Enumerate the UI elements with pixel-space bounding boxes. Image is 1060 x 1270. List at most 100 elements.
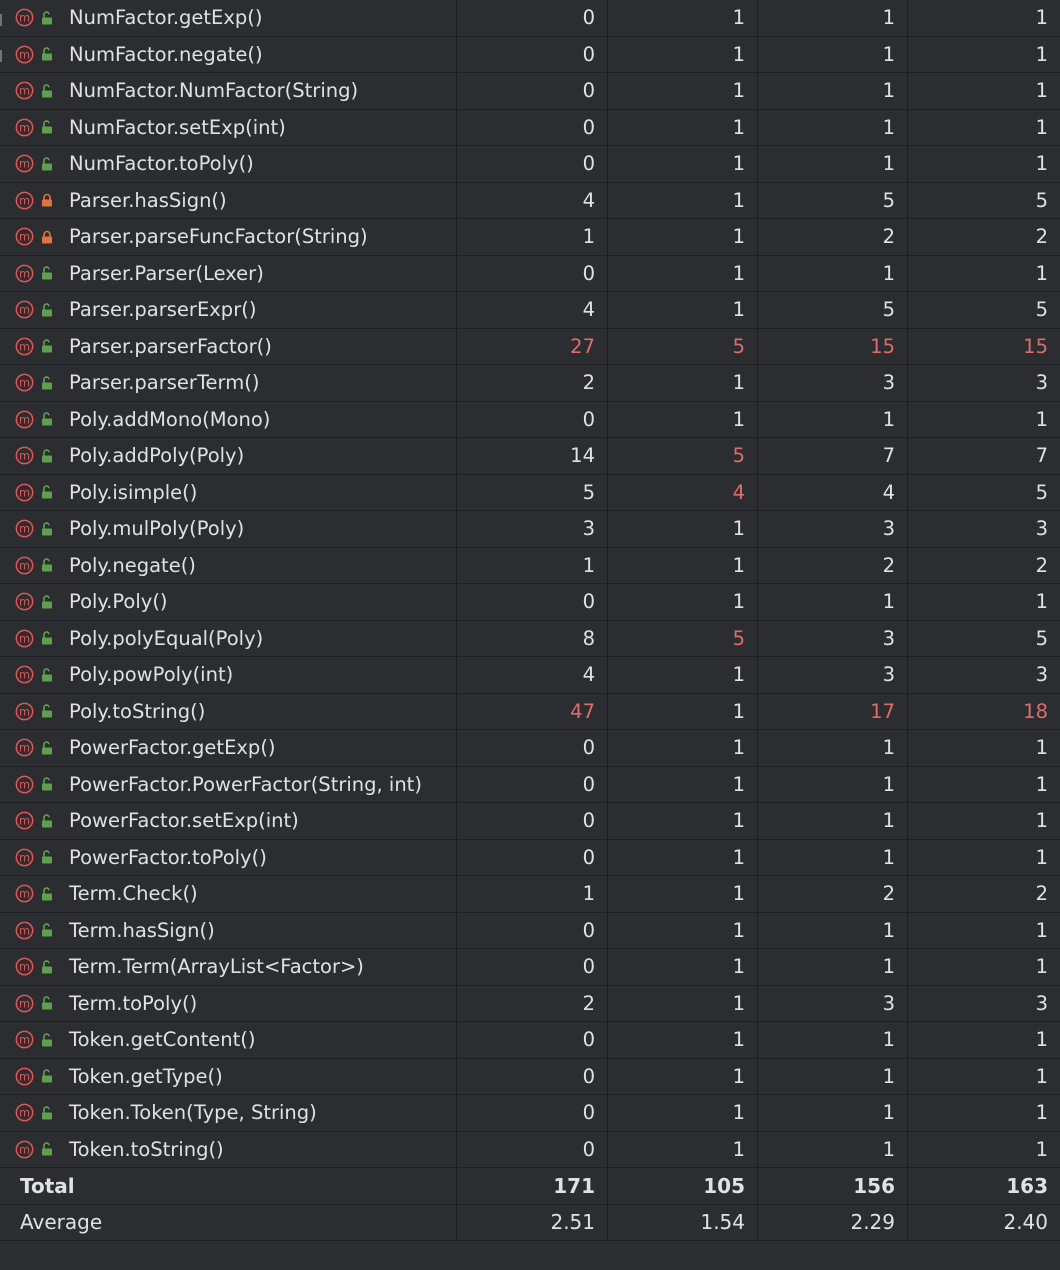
average-row[interactable]: Average 2.51 1.54 2.29 2.40 — [0, 1204, 1060, 1241]
metric-value-2: 1 — [608, 219, 758, 255]
metric-value-1: 8 — [457, 620, 608, 656]
svg-text:m: m — [19, 193, 30, 207]
metric-value-2: 1 — [608, 803, 758, 839]
metric-value-4: 1 — [1035, 1028, 1048, 1052]
metric-value-4: 18 — [1023, 699, 1048, 723]
metric-value-2: 1 — [608, 657, 758, 693]
method-name: Token.Token(Type, String) — [69, 1101, 317, 1125]
table-row[interactable]: m Parser.parserExpr() 4 1 5 5 — [0, 292, 1060, 329]
public-lock-icon — [42, 376, 52, 390]
metric-value-4: 3 — [1035, 991, 1048, 1015]
method-cell: m Poly.negate() — [0, 547, 457, 583]
metric-value-3: 1 — [758, 584, 908, 620]
method-icon: m — [15, 300, 34, 319]
method-name: PowerFactor.toPoly() — [69, 845, 267, 869]
public-lock-icon — [42, 741, 52, 755]
metric-value-3: 1 — [758, 766, 908, 802]
table-row[interactable]: m Poly.toString() 47 1 17 18 — [0, 693, 1060, 730]
public-lock-icon — [42, 485, 52, 499]
method-icon: m — [15, 118, 34, 137]
metric-value-3: 5 — [758, 292, 908, 328]
table-row[interactable]: m NumFactor.NumFactor(String) 0 1 1 1 — [0, 73, 1060, 110]
table-row[interactable]: m PowerFactor.toPoly() 0 1 1 1 — [0, 839, 1060, 876]
table-row[interactable]: m Poly.powPoly(int) 4 1 3 3 — [0, 657, 1060, 694]
table-row[interactable]: m PowerFactor.PowerFactor(String, int) 0 1 1… — [0, 766, 1060, 803]
table-row[interactable]: m Parser.hasSign() 4 1 5 5 — [0, 182, 1060, 219]
method-cell: m NumFactor.setExp(int) — [0, 109, 457, 145]
table-row[interactable]: m Parser.parserFactor() 27 5 15 15 — [0, 328, 1060, 365]
table-row[interactable]: m PowerFactor.getExp() 0 1 1 1 — [0, 730, 1060, 767]
table-row[interactable]: m Token.getContent() 0 1 1 1 — [0, 1022, 1060, 1059]
table-row[interactable]: m NumFactor.toPoly() 0 1 1 1 — [0, 146, 1060, 183]
table-row[interactable]: m Term.hasSign() 0 1 1 1 — [0, 912, 1060, 949]
method-icon: m — [15, 373, 34, 392]
method-icon: m — [15, 848, 34, 867]
method-icon: m — [15, 811, 34, 830]
table-row[interactable]: m Token.toString() 0 1 1 1 — [0, 1131, 1060, 1168]
table-row[interactable]: m NumFactor.getExp() 0 1 1 1 — [0, 0, 1060, 37]
public-lock-icon — [42, 303, 52, 317]
method-cell: m Poly.mulPoly(Poly) — [0, 511, 457, 547]
table-row[interactable]: m Parser.parseFuncFactor(String) 1 1 2 2 — [0, 219, 1060, 256]
table-row[interactable]: m Poly.addMono(Mono) 0 1 1 1 — [0, 401, 1060, 438]
metric-value-4: 1 — [1035, 809, 1048, 833]
table-row[interactable]: m Poly.addPoly(Poly) 14 5 7 7 — [0, 438, 1060, 475]
metric-value-3: 1 — [758, 1022, 908, 1058]
svg-text:m: m — [19, 777, 30, 791]
table-row[interactable]: m Poly.Poly() 0 1 1 1 — [0, 584, 1060, 621]
method-cell: m Token.getType() — [0, 1058, 457, 1094]
table-row[interactable]: m Parser.Parser(Lexer) 0 1 1 1 — [0, 255, 1060, 292]
svg-text:m: m — [19, 522, 30, 536]
table-row[interactable]: m NumFactor.negate() 0 1 1 1 — [0, 36, 1060, 73]
method-cell: m Poly.isimple() — [0, 474, 457, 510]
method-cell: m Parser.parserExpr() — [0, 292, 457, 328]
method-icon: m — [15, 337, 34, 356]
metric-value-4: 5 — [1035, 480, 1048, 504]
method-name: Parser.hasSign() — [69, 188, 227, 212]
method-icon: m — [15, 592, 34, 611]
table-row[interactable]: m Parser.parserTerm() 2 1 3 3 — [0, 365, 1060, 402]
table-row[interactable]: m NumFactor.setExp(int) 0 1 1 1 — [0, 109, 1060, 146]
method-cell: m Term.toPoly() — [0, 985, 457, 1021]
table-row[interactable]: m Poly.isimple() 5 4 4 5 — [0, 474, 1060, 511]
table-row[interactable]: m PowerFactor.setExp(int) 0 1 1 1 — [0, 803, 1060, 840]
metric-value-2: 5 — [608, 328, 758, 364]
total-label: Total — [0, 1168, 457, 1204]
table-row[interactable]: m Poly.mulPoly(Poly) 3 1 3 3 — [0, 511, 1060, 548]
table-row[interactable]: m Poly.negate() 1 1 2 2 — [0, 547, 1060, 584]
metric-value-1: 47 — [457, 693, 608, 729]
metric-value-3: 2 — [758, 876, 908, 912]
metric-value-2: 1 — [608, 912, 758, 948]
metric-value-4: 5 — [1035, 626, 1048, 650]
method-name: Poly.toString() — [69, 699, 206, 723]
metric-value-3: 1 — [758, 839, 908, 875]
method-name: Term.Check() — [69, 882, 198, 906]
table-row[interactable]: m Token.getType() 0 1 1 1 — [0, 1058, 1060, 1095]
svg-text:m: m — [19, 47, 30, 61]
table-row[interactable]: m Term.toPoly() 2 1 3 3 — [0, 985, 1060, 1022]
metric-value-4: 1 — [1035, 79, 1048, 103]
method-name: Poly.powPoly(int) — [69, 663, 234, 687]
public-lock-icon — [42, 11, 52, 25]
svg-text:m: m — [19, 558, 30, 572]
table-row[interactable]: m Token.Token(Type, String) 0 1 1 1 — [0, 1095, 1060, 1132]
table-row[interactable]: m Poly.polyEqual(Poly) 8 5 3 5 — [0, 620, 1060, 657]
svg-text:m: m — [19, 1033, 30, 1047]
svg-text:m: m — [19, 230, 30, 244]
svg-text:m: m — [19, 923, 30, 937]
method-name: Token.getType() — [69, 1064, 223, 1088]
table-row[interactable]: m Term.Check() 1 1 2 2 — [0, 876, 1060, 913]
public-lock-icon — [42, 266, 52, 280]
table-row[interactable]: m Term.Term(ArrayList<Factor>) 0 1 1 1 — [0, 949, 1060, 986]
method-cell: m Parser.Parser(Lexer) — [0, 255, 457, 291]
method-cell: m PowerFactor.toPoly() — [0, 839, 457, 875]
metric-value-3: 2 — [758, 219, 908, 255]
metric-value-1: 0 — [457, 730, 608, 766]
public-lock-icon — [42, 1142, 52, 1156]
metric-value-1: 1 — [457, 876, 608, 912]
metric-value-1: 3 — [457, 511, 608, 547]
method-cell: m PowerFactor.getExp() — [0, 730, 457, 766]
svg-text:m: m — [19, 412, 30, 426]
total-row[interactable]: Total 171 105 156 163 — [0, 1168, 1060, 1205]
method-name: Term.Term(ArrayList<Factor>) — [69, 955, 364, 979]
